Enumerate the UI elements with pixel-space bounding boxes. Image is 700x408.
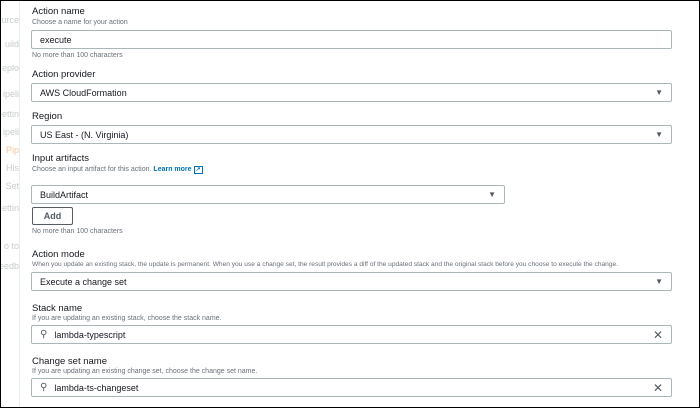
input-artifacts-constraint: No more than 100 characters: [32, 228, 123, 235]
clear-icon[interactable]: ✕: [653, 328, 663, 342]
sidebar-item[interactable]: uild: [5, 39, 19, 49]
sidebar-item[interactable]: ipeli: [3, 89, 19, 99]
input-artifacts-hint: Choose an input artifact for this action…: [32, 166, 203, 174]
change-set-name-hint: If you are updating an existing change s…: [32, 368, 258, 375]
sidebar-item[interactable]: o to: [4, 241, 19, 251]
change-set-name-label: Change set name: [32, 356, 107, 367]
action-provider-select[interactable]: AWS CloudFormation ▼: [31, 83, 672, 102]
action-name-input[interactable]: execute: [31, 30, 672, 49]
change-set-name-value: lambda-ts-changeset: [54, 382, 139, 393]
sidebar-item[interactable]: ipeli: [3, 127, 19, 137]
action-provider-value: AWS CloudFormation: [40, 87, 127, 98]
action-mode-value: Execute a change set: [40, 276, 127, 287]
action-name-constraint: No more than 100 characters: [32, 52, 123, 59]
input-artifacts-hint-text: Choose an input artifact for this action…: [32, 166, 152, 173]
learn-more-link[interactable]: Learn more: [153, 166, 191, 173]
action-name-hint: Choose a name for your action: [32, 19, 128, 26]
region-value: US East - (N. Virginia): [40, 129, 129, 140]
sidebar-item[interactable]: eedb: [1, 261, 19, 271]
sidebar-item-active[interactable]: Pip: [6, 145, 19, 155]
caret-down-icon: ▼: [655, 277, 663, 286]
stack-name-value: lambda-typescript: [54, 329, 126, 340]
sidebar-item[interactable]: eplo: [2, 63, 19, 73]
action-name-label: Action name: [32, 6, 85, 17]
stack-name-label: Stack name: [32, 303, 83, 314]
sidebar-item[interactable]: His: [6, 163, 19, 173]
caret-down-icon: ▼: [488, 190, 496, 199]
sidebar-item[interactable]: ource: [1, 15, 19, 25]
stack-name-hint: If you are updating an existing stack, c…: [32, 315, 222, 322]
action-mode-label: Action mode: [32, 249, 85, 260]
search-icon: ⚲: [40, 329, 48, 340]
caret-down-icon: ▼: [655, 88, 663, 97]
sidebar-item[interactable]: ettin: [2, 109, 19, 119]
action-mode-select[interactable]: Execute a change set ▼: [31, 272, 672, 291]
stack-name-input[interactable]: ⚲ lambda-typescript ✕: [31, 325, 672, 344]
clear-icon[interactable]: ✕: [653, 381, 663, 395]
action-mode-hint: When you update an existing stack, the u…: [32, 261, 618, 268]
sidebar: ource uild eplo ipeli ettin ipeli Pip Hi…: [1, 1, 20, 407]
sidebar-item[interactable]: ettin: [2, 203, 19, 213]
input-artifacts-label: Input artifacts: [32, 153, 90, 164]
sidebar-item[interactable]: Set: [5, 181, 19, 191]
action-provider-label: Action provider: [32, 69, 96, 80]
add-button[interactable]: Add: [32, 207, 73, 225]
window-frame: [0, 0, 700, 408]
region-select[interactable]: US East - (N. Virginia) ▼: [31, 125, 672, 144]
input-artifact-value: BuildArtifact: [40, 189, 89, 200]
input-artifact-select[interactable]: BuildArtifact ▼: [31, 185, 505, 204]
action-name-value: execute: [40, 34, 72, 45]
region-label: Region: [32, 111, 63, 122]
search-icon: ⚲: [40, 382, 48, 393]
change-set-name-input[interactable]: ⚲ lambda-ts-changeset ✕: [31, 378, 672, 397]
external-link-icon[interactable]: ↗: [193, 166, 203, 174]
caret-down-icon: ▼: [655, 130, 663, 139]
